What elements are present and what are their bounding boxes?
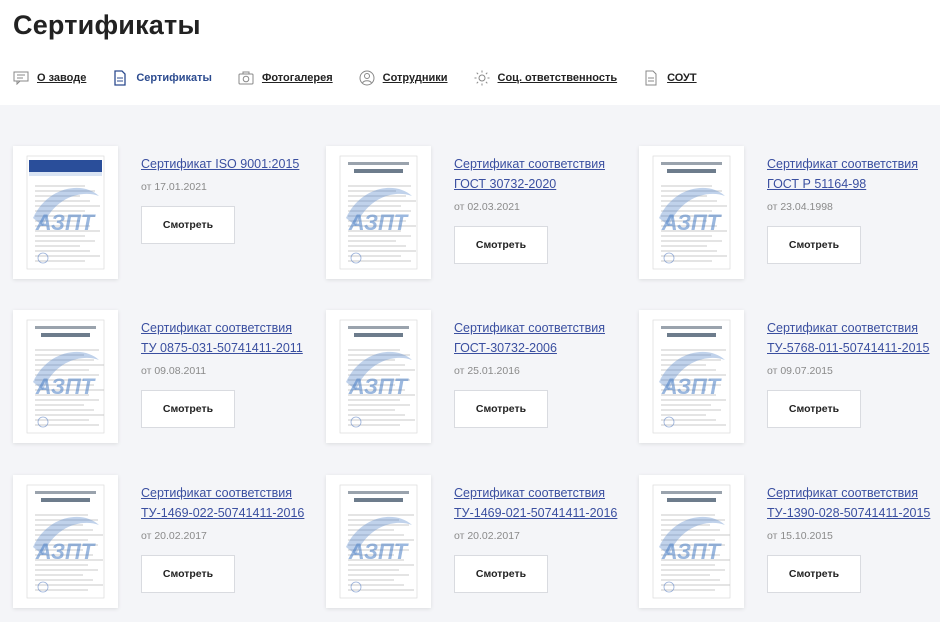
nav-item-label: Сотрудники [382, 72, 448, 84]
user-icon [359, 70, 375, 86]
nav-item-label: О заводе [37, 72, 87, 84]
certificate-thumbnail[interactable]: АЗПТ [639, 310, 744, 443]
view-button[interactable]: Смотреть [454, 555, 548, 593]
svg-text:АЗПТ: АЗПТ [348, 374, 409, 399]
nav-item-label: Соц. ответственность [497, 72, 618, 84]
certificate-date: от 09.08.2011 [141, 365, 207, 377]
camera-icon [238, 70, 254, 86]
view-button[interactable]: Смотреть [767, 390, 861, 428]
certificate-date: от 15.10.2015 [767, 530, 833, 542]
certificate-link[interactable]: Сертификат соответствия ТУ 0875-031-50741… [141, 318, 321, 358]
certificate-link[interactable]: Сертификат соответствия ГОСТ-30732-2006 [454, 318, 634, 358]
certificate-card: АЗПТ Сертификат соответствия ГОСТ 30732-2… [326, 146, 626, 281]
certificate-card: АЗПТ Сертификат соответствия ТУ-5768-011-… [639, 310, 939, 445]
certificate-thumbnail[interactable]: АЗПТ [326, 146, 431, 279]
certificate-link[interactable]: Сертификат соответствия ТУ-1390-028-50741… [767, 483, 940, 523]
document-icon [112, 70, 128, 86]
certificate-thumbnail[interactable]: АЗПТ [326, 475, 431, 608]
nav-item-certificates[interactable]: Сертификаты [112, 70, 212, 86]
certificate-card: АЗПТ Сертификат соответствия ТУ-1390-028-… [639, 475, 939, 610]
certificate-date: от 23.04.1998 [767, 201, 833, 213]
view-button[interactable]: Смотреть [767, 555, 861, 593]
certificate-date: от 25.01.2016 [454, 365, 520, 377]
certificate-date: от 20.02.2017 [141, 530, 207, 542]
certificate-date: от 20.02.2017 [454, 530, 520, 542]
svg-text:АЗПТ: АЗПТ [35, 539, 96, 564]
svg-text:АЗПТ: АЗПТ [661, 210, 722, 235]
certificate-thumbnail[interactable]: АЗПТ [639, 146, 744, 279]
svg-text:АЗПТ: АЗПТ [348, 539, 409, 564]
certificate-card: АЗПТ Сертификат ISO 9001:2015 от 17.01.2… [13, 146, 313, 281]
page-title: Сертификаты [13, 10, 201, 40]
certificate-thumbnail[interactable]: АЗПТ [13, 475, 118, 608]
certificate-thumbnail[interactable]: АЗПТ [639, 475, 744, 608]
certificate-date: от 17.01.2021 [141, 181, 207, 193]
certificate-thumbnail[interactable]: АЗПТ [13, 146, 118, 279]
nav-item-gallery[interactable]: Фотогалерея [238, 70, 333, 86]
certificate-thumbnail[interactable]: АЗПТ [326, 310, 431, 443]
certificate-date: от 02.03.2021 [454, 201, 520, 213]
view-button[interactable]: Смотреть [141, 555, 235, 593]
nav-item-sout[interactable]: СОУТ [643, 70, 697, 86]
certificate-card: АЗПТ Сертификат соответствия ГОСТ-30732-2… [326, 310, 626, 445]
certificate-link[interactable]: Сертификат соответствия ГОСТ Р 51164-98 [767, 154, 940, 194]
certificate-card: АЗПТ Сертификат соответствия ГОСТ Р 51164… [639, 146, 939, 281]
certificate-card: АЗПТ Сертификат соответствия ТУ 0875-031-… [13, 310, 313, 445]
nav-item-about[interactable]: О заводе [13, 70, 86, 86]
certificates-grid: АЗПТ Сертификат ISO 9001:2015 от 17.01.2… [0, 105, 940, 622]
file-icon [643, 70, 659, 86]
nav-item-staff[interactable]: Сотрудники [359, 70, 448, 86]
svg-text:АЗПТ: АЗПТ [661, 539, 722, 564]
certificate-link[interactable]: Сертификат соответствия ТУ-1469-022-50741… [141, 483, 321, 523]
svg-text:АЗПТ: АЗПТ [348, 210, 409, 235]
view-button[interactable]: Смотреть [454, 226, 548, 264]
svg-text:АЗПТ: АЗПТ [35, 210, 96, 235]
svg-text:АЗПТ: АЗПТ [35, 374, 96, 399]
certificate-card: АЗПТ Сертификат соответствия ТУ-1469-021-… [326, 475, 626, 610]
view-button[interactable]: Смотреть [141, 390, 235, 428]
certificate-thumbnail[interactable]: АЗПТ [13, 310, 118, 443]
certificate-link[interactable]: Сертификат соответствия ТУ-1469-021-50741… [454, 483, 634, 523]
section-nav: О заводе Сертификаты Фотогалерея Сотрудн… [13, 69, 723, 87]
certificate-card: АЗПТ Сертификат соответствия ТУ-1469-022-… [13, 475, 313, 610]
certificate-link[interactable]: Сертификат соответствия ТУ-5768-011-50741… [767, 318, 940, 358]
nav-item-label: СОУТ [667, 72, 697, 84]
certificate-link[interactable]: Сертификат соответствия ГОСТ 30732-2020 [454, 154, 634, 194]
nav-item-label: Сертификаты [136, 72, 212, 84]
view-button[interactable]: Смотреть [767, 226, 861, 264]
view-button[interactable]: Смотреть [454, 390, 548, 428]
svg-text:АЗПТ: АЗПТ [661, 374, 722, 399]
chat-icon [13, 70, 29, 86]
view-button[interactable]: Смотреть [141, 206, 235, 244]
sun-icon [474, 70, 490, 86]
certificate-date: от 09.07.2015 [767, 365, 833, 377]
certificate-link[interactable]: Сертификат ISO 9001:2015 [141, 154, 321, 174]
nav-item-social[interactable]: Соц. ответственность [474, 70, 618, 86]
nav-item-label: Фотогалерея [261, 72, 333, 84]
